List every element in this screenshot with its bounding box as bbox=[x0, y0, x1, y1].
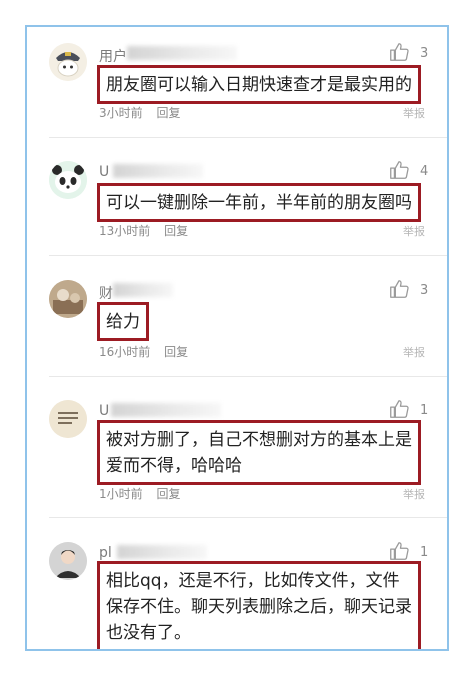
divider bbox=[49, 376, 447, 377]
comment-text-line: 给力 bbox=[106, 312, 140, 332]
like-count: 3 bbox=[420, 46, 429, 61]
thumbs-up-icon[interactable] bbox=[388, 41, 410, 63]
comment-item: U 1 被对方删了，自己不想删对方的基本上是 爱而不得，哈哈哈 1小时前 回复 … bbox=[27, 392, 447, 532]
thumbs-up-icon[interactable] bbox=[388, 159, 410, 181]
comment-text-line: 也没有了。 bbox=[106, 623, 191, 643]
like-count: 1 bbox=[420, 403, 429, 418]
comment-time: 1小时前 bbox=[99, 487, 143, 501]
reply-button[interactable]: 回复 bbox=[156, 487, 180, 501]
avatar[interactable] bbox=[49, 400, 87, 438]
report-button[interactable]: 举报 bbox=[403, 223, 425, 239]
username[interactable]: U bbox=[99, 403, 109, 419]
comment-text-highlight: 被对方删了，自己不想删对方的基本上是 爱而不得，哈哈哈 bbox=[97, 420, 421, 485]
reply-button[interactable]: 回复 bbox=[164, 345, 188, 359]
report-button[interactable]: 举报 bbox=[403, 344, 425, 360]
comment-meta: 1小时前 回复 bbox=[99, 485, 180, 502]
avatar[interactable] bbox=[49, 161, 87, 199]
comment-text-line: 爱而不得，哈哈哈 bbox=[106, 456, 242, 476]
reply-button[interactable]: 回复 bbox=[164, 224, 188, 238]
like-count: 1 bbox=[420, 545, 429, 560]
username[interactable]: pl bbox=[99, 545, 112, 561]
comment-item: 用户 3 朋友圈可以输入日期快速查才是最实用的 3小时前 回复 举报 bbox=[27, 35, 447, 153]
comment-text-line: 保存不住。聊天列表删除之后，聊天记录 bbox=[106, 597, 412, 617]
comment-time: 3小时前 bbox=[99, 106, 143, 120]
like-count: 4 bbox=[420, 164, 429, 179]
reply-button[interactable]: 回复 bbox=[156, 106, 180, 120]
avatar[interactable] bbox=[49, 43, 87, 81]
comment-text-line: 被对方删了，自己不想删对方的基本上是 bbox=[106, 430, 412, 450]
report-button[interactable]: 举报 bbox=[403, 105, 425, 121]
comment-item: pl 1 相比qq，还是不行，比如传文件，文件 保存不住。聊天列表删除之后，聊天… bbox=[27, 534, 447, 649]
report-button[interactable]: 举报 bbox=[403, 486, 425, 502]
username-blur bbox=[113, 283, 173, 297]
comment-meta: 16小时前 回复 bbox=[99, 343, 188, 360]
comment-text-highlight: 相比qq，还是不行，比如传文件，文件 保存不住。聊天列表删除之后，聊天记录 也没… bbox=[97, 561, 421, 649]
comment-text-highlight: 给力 bbox=[97, 302, 149, 341]
comment-item: 财 3 给力 16小时前 回复 举报 bbox=[27, 272, 447, 390]
comment-meta: 3小时前 回复 bbox=[99, 104, 180, 121]
like-count: 3 bbox=[420, 283, 429, 298]
username[interactable]: U bbox=[99, 164, 109, 180]
thumbs-up-icon[interactable] bbox=[388, 278, 410, 300]
comment-text-line: 相比qq，还是不行，比如传文件，文件 bbox=[106, 571, 400, 591]
comment-list: 用户 3 朋友圈可以输入日期快速查才是最实用的 3小时前 回复 举报 U 4 可… bbox=[25, 25, 449, 651]
username-blur bbox=[113, 164, 203, 178]
comment-item: U 4 可以一键删除一年前，半年前的朋友圈吗 13小时前 回复 举报 bbox=[27, 153, 447, 271]
thumbs-up-icon[interactable] bbox=[388, 540, 410, 562]
comment-text-highlight: 朋友圈可以输入日期快速查才是最实用的 bbox=[97, 65, 421, 104]
comment-meta: 13小时前 回复 bbox=[99, 222, 188, 239]
comment-text-line: 朋友圈可以输入日期快速查才是最实用的 bbox=[106, 75, 412, 95]
avatar[interactable] bbox=[49, 542, 87, 580]
divider bbox=[49, 255, 447, 256]
username[interactable]: 用户 bbox=[99, 46, 127, 66]
avatar[interactable] bbox=[49, 280, 87, 318]
comment-text-highlight: 可以一键删除一年前，半年前的朋友圈吗 bbox=[97, 183, 421, 222]
username-blur bbox=[117, 545, 207, 559]
divider bbox=[49, 517, 447, 518]
username[interactable]: 财 bbox=[99, 283, 113, 303]
username-blur bbox=[111, 403, 221, 417]
divider bbox=[49, 137, 447, 138]
thumbs-up-icon[interactable] bbox=[388, 398, 410, 420]
comment-text-line: 可以一键删除一年前，半年前的朋友圈吗 bbox=[106, 193, 412, 213]
comment-time: 16小时前 bbox=[99, 345, 151, 359]
comment-time: 13小时前 bbox=[99, 224, 151, 238]
username-blur bbox=[127, 46, 237, 60]
